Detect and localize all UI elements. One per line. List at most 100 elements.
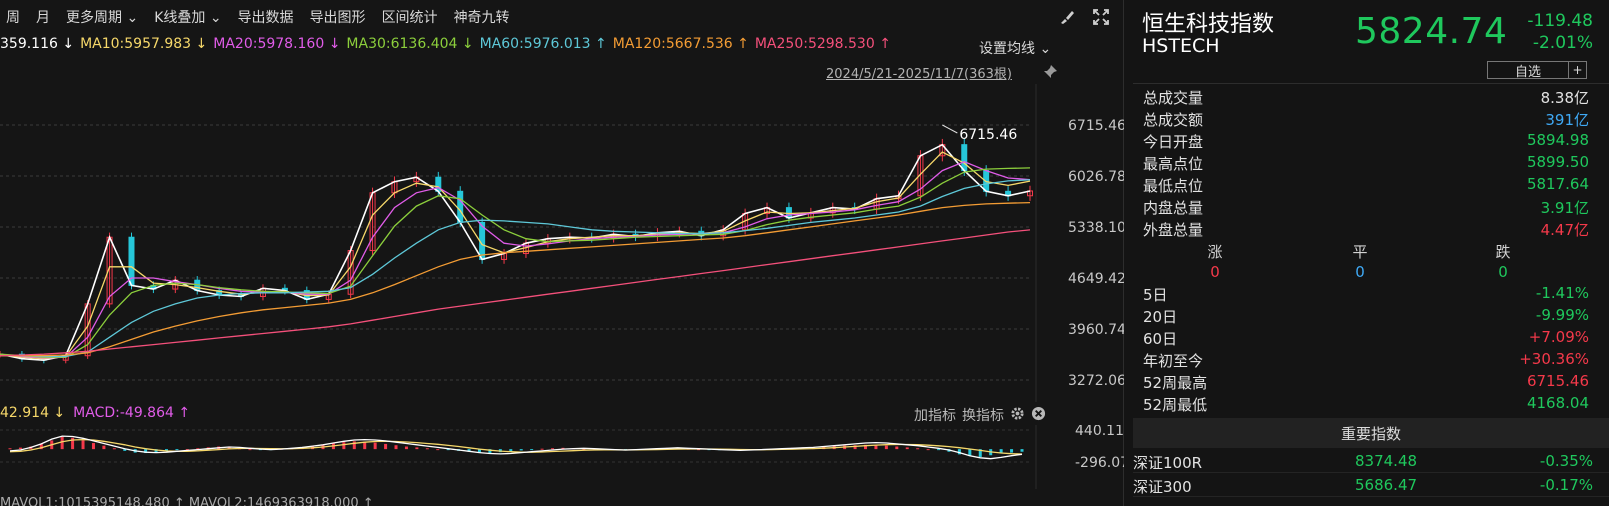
index-name: 深证100R xyxy=(1133,454,1203,472)
period-label: 年初至今 xyxy=(1143,352,1204,370)
index-row[interactable]: 深证300 5686.47 -0.17% xyxy=(1133,473,1609,497)
toolbar-item-6[interactable]: 区间统计 xyxy=(377,7,449,27)
index-row[interactable]: 深证100R 8374.48 -0.35% xyxy=(1133,449,1609,473)
macd-bar xyxy=(373,442,377,450)
macd-bar xyxy=(895,446,899,450)
period-row: 52周最高 6715.46 xyxy=(1143,372,1589,394)
index-name: 深证300 xyxy=(1133,478,1192,496)
toolbar-item-2[interactable]: 更多周期 ⌄ xyxy=(61,7,149,27)
period-label: 60日 xyxy=(1143,330,1178,348)
ma-legend-item: 359.116 ↓ xyxy=(0,36,75,52)
macd-chart[interactable]: 440.11 -296.07 xyxy=(0,425,1124,489)
stat-label: 最低点位 xyxy=(1143,177,1204,195)
macd-bar xyxy=(530,449,534,451)
macd-bar xyxy=(404,446,408,450)
stat-label: 内盘总量 xyxy=(1143,199,1204,217)
stat-label: 最高点位 xyxy=(1143,155,1204,173)
stock-name: 恒生科技指数 xyxy=(1142,12,1275,37)
stock-code: HSTECH xyxy=(1142,35,1220,57)
ma-legend-item: MA20:5978.160 ↓ xyxy=(213,36,341,52)
stat-row: 今日开盘 5894.98 xyxy=(1143,131,1589,153)
pin-icon[interactable] xyxy=(1042,64,1058,84)
brush-icon[interactable] xyxy=(1057,7,1077,27)
ma-line-3 xyxy=(0,167,1031,358)
period-label: 52周最高 xyxy=(1143,374,1208,392)
stat-value: 3.91亿 xyxy=(1540,199,1589,217)
ma-legend-item: MA250:5298.530 ↑ xyxy=(754,36,891,52)
gear-icon[interactable] xyxy=(1010,406,1025,425)
stat-value: 5817.64 xyxy=(1526,175,1589,193)
ma-line-5 xyxy=(0,201,1031,357)
watchlist-add-icon[interactable]: + xyxy=(1569,61,1587,79)
macd-bar xyxy=(112,448,116,450)
macd-bar xyxy=(81,440,85,450)
index-percent: -0.35% xyxy=(1539,452,1593,470)
period-row: 年初至今 +30.36% xyxy=(1143,350,1589,372)
switch-indicator-button[interactable]: 换指标 xyxy=(962,405,1004,425)
ma-setting-button[interactable]: 设置均线 ⌄ xyxy=(979,38,1051,58)
ma-legend-item: MA30:6136.404 ↓ xyxy=(346,36,474,52)
stat-value: 5899.50 xyxy=(1526,153,1589,171)
add-indicator-button[interactable]: 加指标 xyxy=(914,405,956,425)
macd-bar xyxy=(551,448,555,450)
breadth-flat-label: 平 xyxy=(1352,243,1368,261)
macd-bar xyxy=(519,449,523,451)
y-tick-label: 6715.46 xyxy=(1068,118,1124,134)
macd-tick-label: 440.11 xyxy=(1075,425,1124,439)
index-price: 8374.48 xyxy=(1355,452,1418,470)
period-label: 20日 xyxy=(1143,308,1178,326)
stat-value: 391亿 xyxy=(1545,111,1589,129)
breadth-up-label: 涨 xyxy=(1207,243,1223,261)
volume-legend: MAVOL1:1015395148.480 ↑ MAVOL2:146936391… xyxy=(0,496,374,506)
toolbar-item-0[interactable]: 周 xyxy=(0,7,31,27)
period-value: +30.36% xyxy=(1519,350,1589,368)
stat-row: 总成交额 391亿 xyxy=(1143,109,1589,131)
toolbar-item-3[interactable]: K线叠加 ⌄ xyxy=(149,7,232,27)
candle-body xyxy=(961,144,968,172)
macd-bar xyxy=(18,447,22,450)
index-price: 5686.47 xyxy=(1355,476,1418,494)
quote-panel: 恒生科技指数 HSTECH 5824.74 -119.48 -2.01% 自选 … xyxy=(1133,0,1609,506)
watchlist-button[interactable]: 自选 xyxy=(1487,61,1569,80)
ma-line-4 xyxy=(0,179,1031,358)
toolbar-item-5[interactable]: 导出图形 xyxy=(305,7,377,27)
stat-value: 8.38亿 xyxy=(1540,89,1589,107)
ma-legend-item: MA120:5667.536 ↑ xyxy=(612,36,749,52)
peak-label: 6715.46 xyxy=(959,127,1017,143)
index-percent: -0.17% xyxy=(1539,476,1593,494)
y-tick-label: 3272.06 xyxy=(1068,373,1124,389)
y-tick-label: 4649.42 xyxy=(1068,271,1124,287)
toolbar-item-1[interactable]: 月 xyxy=(31,7,61,27)
macd-bar xyxy=(509,449,513,452)
ma-legend: 359.116 ↓ MA10:5957.983 ↓ MA20:5978.160 ↓ M… xyxy=(0,36,1124,58)
period-row: 52周最低 4168.04 xyxy=(1143,394,1589,416)
toolbar-item-7[interactable]: 神奇九转 xyxy=(449,7,521,27)
date-range-label[interactable]: 2024/5/21-2025/11/7(363根) xyxy=(826,63,1012,82)
macd-bar xyxy=(916,448,920,450)
macd-bar xyxy=(884,445,888,450)
macd-bar xyxy=(905,447,909,450)
macd-bar xyxy=(352,441,356,450)
period-value: 6715.46 xyxy=(1526,372,1589,390)
toolbar-item-4[interactable]: 导出数据 xyxy=(233,7,305,27)
stat-row: 外盘总量 4.47亿 xyxy=(1143,219,1589,241)
macd-bar xyxy=(540,448,544,450)
stat-label: 今日开盘 xyxy=(1143,133,1204,151)
macd-bar xyxy=(102,445,106,450)
macd-bar xyxy=(937,449,941,451)
macd-bar xyxy=(60,436,64,450)
macd-bar xyxy=(91,443,95,450)
stat-label: 总成交量 xyxy=(1143,89,1204,107)
fullscreen-icon[interactable] xyxy=(1091,7,1111,27)
macd-bar xyxy=(394,445,398,450)
y-tick-label: 3960.74 xyxy=(1068,322,1124,338)
stat-value: 5894.98 xyxy=(1526,131,1589,149)
macd-tick-label: -296.07 xyxy=(1075,455,1124,471)
close-icon[interactable] xyxy=(1031,406,1046,425)
chart-toolbar: 周月更多周期 ⌄ K线叠加 ⌄ 导出数据 导出图形 区间统计 神奇九转 xyxy=(0,0,1124,34)
macd-legend-item: 42.914 ↓ xyxy=(0,405,66,421)
peak-pointer xyxy=(942,124,958,134)
macd-legend: 42.914 ↓ MACD:-49.864 ↑ xyxy=(0,405,700,421)
stat-row: 最低点位 5817.64 xyxy=(1143,175,1589,197)
price-chart[interactable]: 6715.46 6026.78 5338.10 4649.42 3960.74 3272.… xyxy=(0,84,1124,402)
